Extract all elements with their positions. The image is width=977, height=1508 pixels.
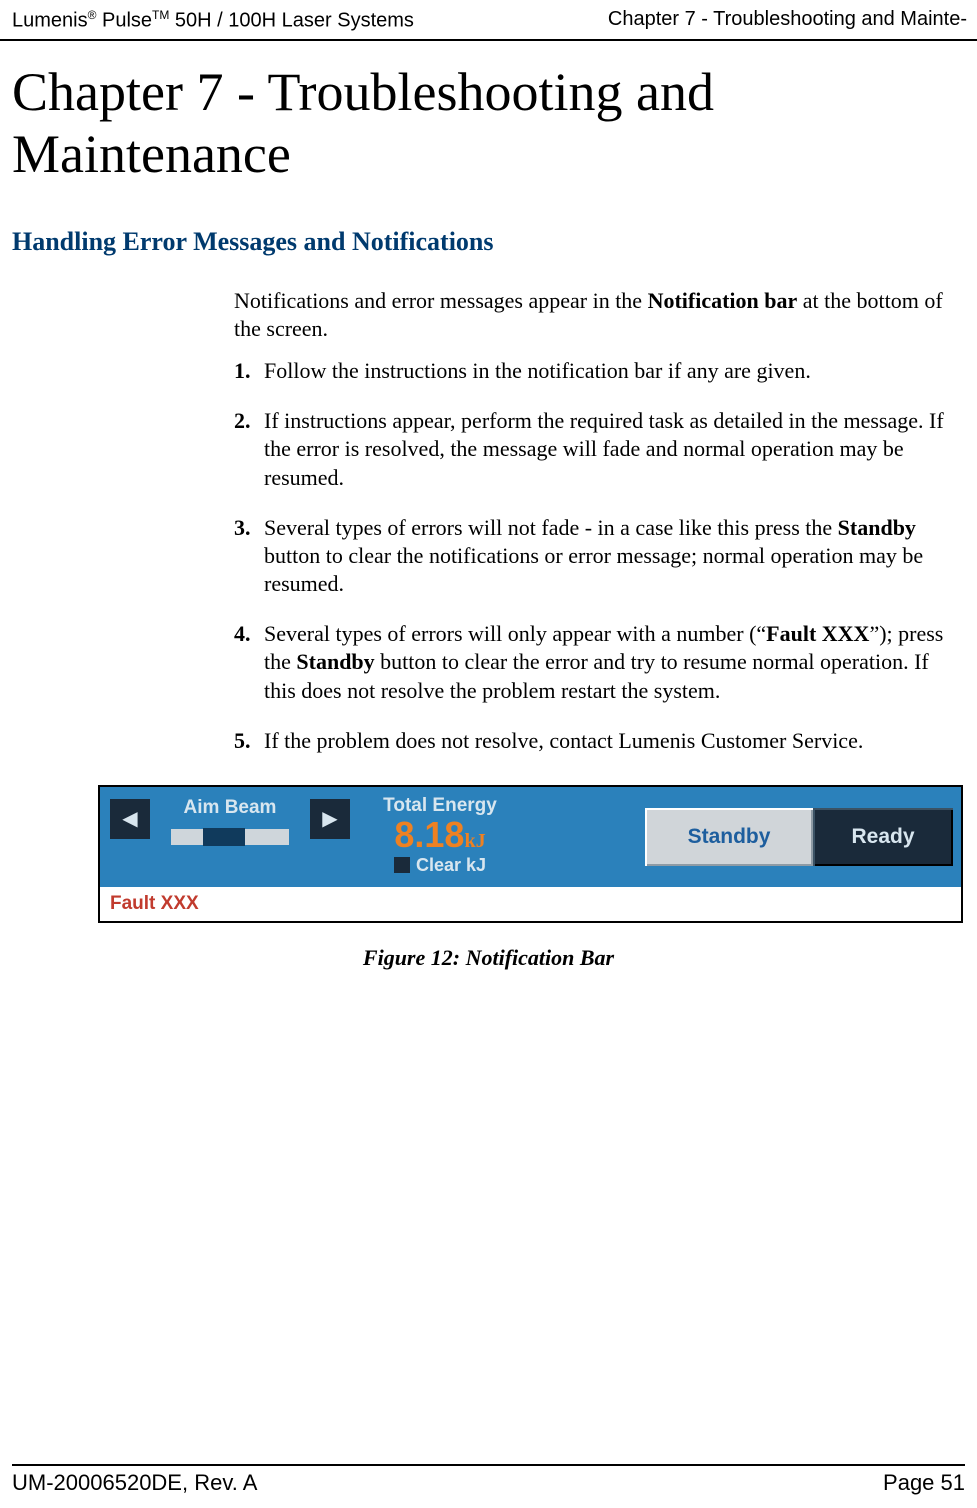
header-left-suffix: 50H / 100H Laser Systems: [169, 10, 414, 32]
list-item: 2.If instructions appear, perform the re…: [234, 407, 961, 513]
mode-buttons: Standby Ready: [645, 787, 959, 887]
clear-kj-button[interactable]: Clear kJ: [350, 855, 530, 876]
header-sup-tm: TM: [152, 8, 169, 22]
notification-bar-figure: ◀ Aim Beam ▶ Total Energy 8.18kJ Clear k…: [98, 785, 963, 923]
step-text: Follow the instructions in the notificat…: [264, 357, 961, 385]
step-text: Several types of errors will only appear…: [264, 620, 961, 704]
total-energy-group: Total Energy 8.18kJ Clear kJ: [350, 787, 530, 887]
spacer: [530, 787, 645, 887]
list-item: 5.If the problem does not resolve, conta…: [234, 727, 961, 777]
chapter-title: Chapter 7 - Troubleshooting and Maintena…: [0, 41, 977, 185]
total-energy-value: 8.18: [394, 814, 464, 855]
intro-pre: Notifications and error messages appear …: [234, 288, 648, 313]
steps-list: 1.Follow the instructions in the notific…: [234, 343, 961, 777]
step-number: 1.: [234, 357, 264, 385]
page-header: Lumenis® PulseTM 50H / 100H Laser System…: [0, 0, 977, 41]
section-title: Handling Error Messages and Notification…: [0, 185, 977, 257]
step-text: If the problem does not resolve, contact…: [264, 727, 961, 755]
fault-message: Fault XXX: [100, 887, 961, 921]
aim-beam-slider-thumb[interactable]: [203, 828, 245, 846]
notification-bar-top: ◀ Aim Beam ▶ Total Energy 8.18kJ Clear k…: [100, 787, 961, 887]
aim-increase-button[interactable]: ▶: [310, 799, 350, 839]
list-item: 3.Several types of errors will not fade …: [234, 514, 961, 620]
aim-beam-label: Aim Beam: [184, 797, 277, 819]
step-number: 4.: [234, 620, 264, 704]
header-right: Chapter 7 - Troubleshooting and Mainte-: [608, 8, 967, 33]
triangle-left-icon: ◀: [122, 806, 137, 831]
step-text: If instructions appear, perform the requ…: [264, 407, 961, 491]
list-item: 4.Several types of errors will only appe…: [234, 620, 961, 726]
step-number: 2.: [234, 407, 264, 491]
step-text: Several types of errors will not fade - …: [264, 514, 961, 598]
header-left: Lumenis® PulseTM 50H / 100H Laser System…: [12, 8, 414, 33]
aim-decrease-button[interactable]: ◀: [110, 799, 150, 839]
footer-doc-id: UM-20006520DE, Rev. A: [12, 1470, 257, 1496]
aim-beam-group: ◀ Aim Beam ▶: [100, 787, 350, 887]
total-energy-unit: kJ: [464, 830, 485, 852]
intro-bold: Notification bar: [648, 288, 798, 313]
step-number: 3.: [234, 514, 264, 598]
ready-button[interactable]: Ready: [813, 808, 953, 866]
clear-kj-label: Clear kJ: [416, 855, 486, 876]
header-left-prefix: Lumenis: [12, 10, 88, 32]
intro-paragraph: Notifications and error messages appear …: [234, 257, 961, 343]
figure-caption: Figure 12: Notification Bar: [0, 923, 977, 971]
clear-kj-icon: [394, 857, 410, 873]
aim-beam-slider[interactable]: [171, 829, 289, 845]
aim-center: Aim Beam: [150, 797, 310, 845]
standby-button[interactable]: Standby: [645, 808, 813, 866]
footer-page-number: Page 51: [883, 1470, 965, 1496]
step-number: 5.: [234, 727, 264, 755]
header-left-mid: Pulse: [96, 10, 152, 32]
page-footer: UM-20006520DE, Rev. A Page 51: [12, 1464, 965, 1496]
list-item: 1.Follow the instructions in the notific…: [234, 357, 961, 407]
triangle-right-icon: ▶: [322, 806, 337, 831]
total-energy-value-row: 8.18kJ: [350, 817, 530, 853]
